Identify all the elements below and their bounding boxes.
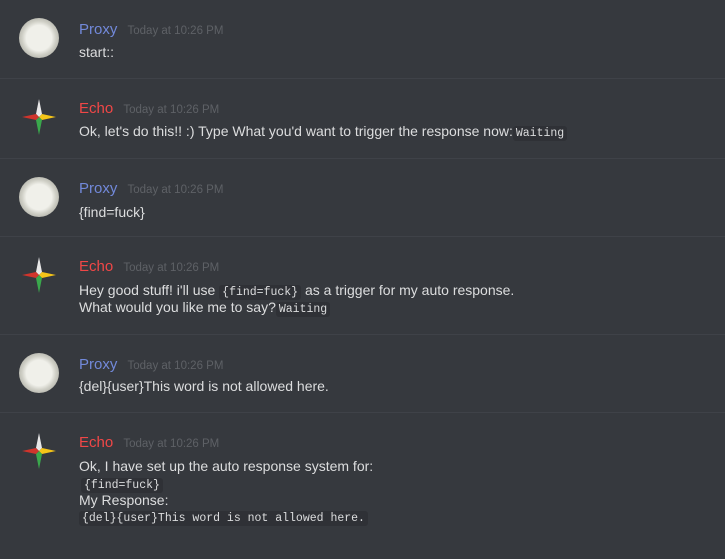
author-name[interactable]: Echo [79,258,113,275]
author-name[interactable]: Proxy [79,21,117,38]
message-text: Ok, I have set up the auto response syst… [79,458,374,474]
user-avatar[interactable] [19,255,59,295]
message-text-part: What would you like me to say? [79,299,276,315]
message-text: {find=fuck} [81,475,163,493]
author-name[interactable]: Echo [79,100,113,117]
message-group: Echo Today at 10:26 PM Hey good stuff! i… [0,236,725,335]
user-avatar[interactable] [19,177,59,217]
message-group: Echo Today at 10:26 PM Ok, let's do this… [0,78,725,159]
author-name[interactable]: Proxy [79,356,117,373]
message-group: Proxy Today at 10:26 PM start:: [0,0,725,78]
message-text: Ok, let's do this!! :) Type What you'd w… [79,123,568,141]
inline-code: Waiting [512,126,568,141]
compass-star-icon [22,99,56,135]
message-text-part: as a trigger for my auto response. [301,282,515,298]
message-text: What would you like me to say? Waiting [79,299,331,317]
message-timestamp: Today at 10:26 PM [123,104,220,116]
message-text-part: Ok, let's do this!! :) Type What you'd w… [79,123,513,139]
user-avatar[interactable] [19,97,59,137]
message-timestamp: Today at 10:26 PM [123,262,220,274]
message-text: Hey good stuff! i'll use {find=fuck} as … [79,282,515,300]
inline-code: {find=fuck} [219,285,302,300]
message-text: {del}{user}This word is not allowed here… [79,508,368,526]
message-text: {del}{user}This word is not allowed here… [79,378,329,394]
inline-code: {del}{user}This word is not allowed here… [79,511,368,526]
message-timestamp: Today at 10:26 PM [127,25,224,37]
message-text-part: Hey good stuff! i'll use [79,282,220,298]
message-group: Echo Today at 10:26 PM Ok, I have set up… [0,412,725,559]
compass-star-icon [22,433,56,469]
user-avatar[interactable] [19,353,59,393]
author-name[interactable]: Echo [79,434,113,451]
author-name[interactable]: Proxy [79,180,117,197]
user-avatar[interactable] [19,18,59,58]
message-group: Proxy Today at 10:26 PM {find=fuck} [0,158,725,237]
compass-star-icon [22,257,56,293]
message-text: {find=fuck} [79,204,145,220]
message-timestamp: Today at 10:26 PM [127,360,224,372]
inline-code: {find=fuck} [81,478,163,493]
message-group: Proxy Today at 10:26 PM {del}{user}This … [0,334,725,413]
message-timestamp: Today at 10:26 PM [123,438,220,450]
inline-code: Waiting [275,302,331,317]
user-avatar[interactable] [19,431,59,471]
message-text: start:: [79,44,115,60]
message-timestamp: Today at 10:26 PM [127,184,224,196]
message-text: My Response: [79,492,169,508]
